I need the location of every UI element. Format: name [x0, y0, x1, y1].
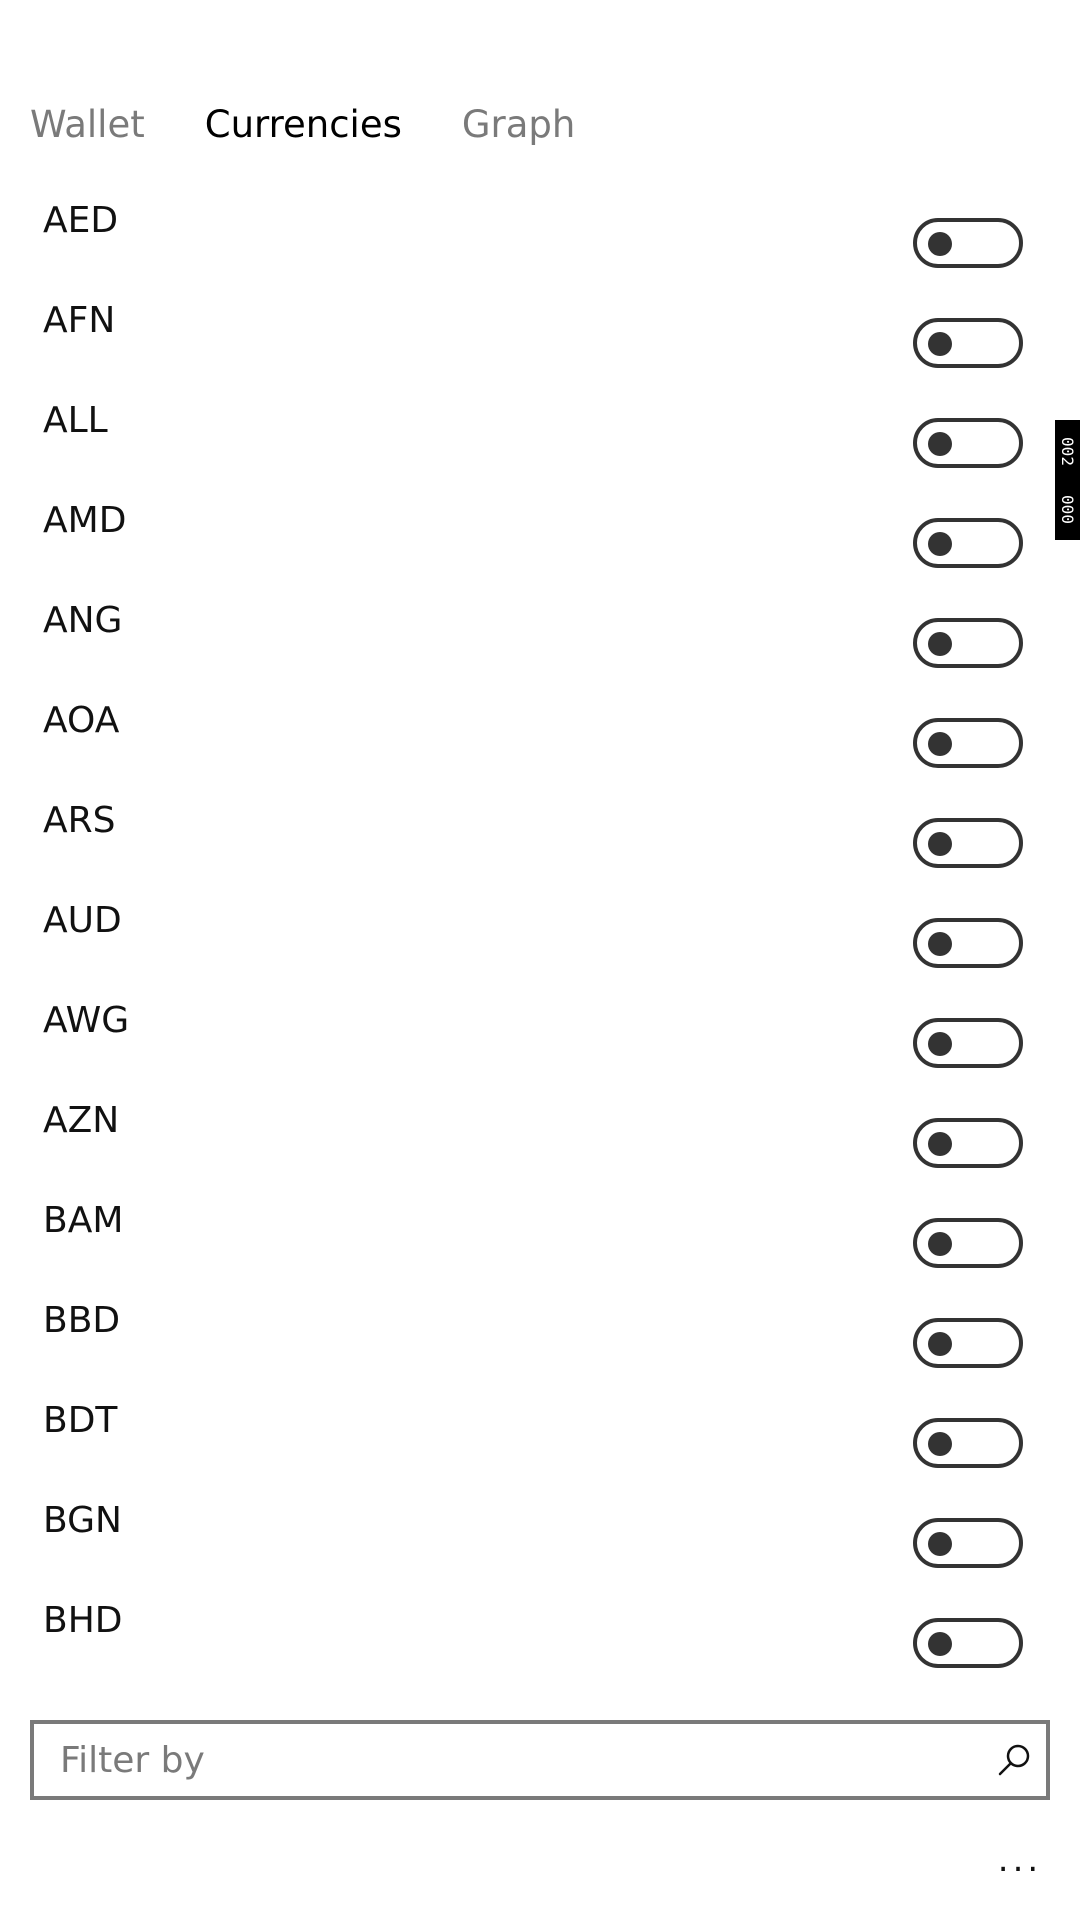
currency-code: AZN — [43, 1100, 120, 1141]
toggle-knob — [928, 732, 952, 756]
filter-input[interactable] — [60, 1724, 960, 1796]
toggle-knob — [928, 832, 952, 856]
currency-toggle[interactable] — [913, 618, 1023, 668]
toggle-knob — [928, 1332, 952, 1356]
currency-toggle[interactable] — [913, 1418, 1023, 1468]
currency-toggle[interactable] — [913, 518, 1023, 568]
currency-toggle[interactable] — [913, 1518, 1023, 1568]
toggle-knob — [928, 1532, 952, 1556]
currency-toggle[interactable] — [913, 1618, 1023, 1668]
currency-row: BGN — [0, 1483, 1080, 1583]
currency-row: BBD — [0, 1283, 1080, 1383]
currency-code: ALL — [43, 400, 108, 441]
scroll-indicator: 002 000 — [1055, 420, 1080, 540]
currency-row: AED — [0, 183, 1080, 283]
currency-toggle[interactable] — [913, 218, 1023, 268]
toggle-knob — [928, 1132, 952, 1156]
toggle-knob — [928, 932, 952, 956]
toggle-knob — [928, 1432, 952, 1456]
currency-code: AFN — [43, 300, 116, 341]
currency-code: AMD — [43, 500, 127, 541]
currencies-page: Wallet Currencies Graph AED AFN ALL AMD … — [0, 0, 1080, 1920]
toggle-knob — [928, 232, 952, 256]
currency-row: AOA — [0, 683, 1080, 783]
currency-list: AED AFN ALL AMD ANG AOA ARS AUD AWG AZN … — [0, 183, 1080, 1683]
scroll-indicator-value-top: 002 — [1058, 436, 1077, 466]
currency-code: BDT — [43, 1400, 118, 1441]
currency-toggle[interactable] — [913, 1218, 1023, 1268]
tab-currencies[interactable]: Currencies — [205, 97, 402, 153]
pivot-header: Wallet Currencies Graph — [30, 97, 635, 153]
toggle-knob — [928, 1032, 952, 1056]
currency-code: ANG — [43, 600, 123, 641]
currency-row: BHD — [0, 1583, 1080, 1683]
currency-row: AUD — [0, 883, 1080, 983]
currency-code: BHD — [43, 1600, 123, 1641]
scroll-indicator-text-bottom: 000 — [1055, 484, 1080, 534]
toggle-knob — [928, 632, 952, 656]
currency-toggle[interactable] — [913, 718, 1023, 768]
currency-row: BDT — [0, 1383, 1080, 1483]
currency-toggle[interactable] — [913, 418, 1023, 468]
toggle-knob — [928, 532, 952, 556]
currency-row: ANG — [0, 583, 1080, 683]
toggle-knob — [928, 432, 952, 456]
tab-wallet[interactable]: Wallet — [30, 97, 145, 153]
currency-code: BAM — [43, 1200, 124, 1241]
currency-row: AMD — [0, 483, 1080, 583]
currency-code: AUD — [43, 900, 122, 941]
currency-code: ARS — [43, 800, 116, 841]
more-options-button[interactable]: ... — [990, 1838, 1050, 1882]
scroll-indicator-value-bottom: 000 — [1058, 494, 1077, 524]
currency-row: AZN — [0, 1083, 1080, 1183]
toggle-knob — [928, 1632, 952, 1656]
currency-toggle[interactable] — [913, 918, 1023, 968]
currency-code: BBD — [43, 1300, 121, 1341]
filter-box — [30, 1720, 1050, 1800]
toggle-knob — [928, 1232, 952, 1256]
currency-toggle[interactable] — [913, 318, 1023, 368]
currency-toggle[interactable] — [913, 1118, 1023, 1168]
currency-row: AFN — [0, 283, 1080, 383]
search-icon[interactable] — [997, 1742, 1033, 1778]
currency-code: AOA — [43, 700, 120, 741]
currency-code: AWG — [43, 1000, 130, 1041]
currency-code: BGN — [43, 1500, 122, 1541]
currency-row: AWG — [0, 983, 1080, 1083]
currency-toggle[interactable] — [913, 1318, 1023, 1368]
currency-row: ARS — [0, 783, 1080, 883]
tab-graph[interactable]: Graph — [462, 97, 576, 153]
currency-row: BAM — [0, 1183, 1080, 1283]
currency-toggle[interactable] — [913, 1018, 1023, 1068]
scroll-indicator-text-top: 002 — [1055, 426, 1080, 476]
currency-code: AED — [43, 200, 119, 241]
currency-row: ALL — [0, 383, 1080, 483]
currency-toggle[interactable] — [913, 818, 1023, 868]
toggle-knob — [928, 332, 952, 356]
